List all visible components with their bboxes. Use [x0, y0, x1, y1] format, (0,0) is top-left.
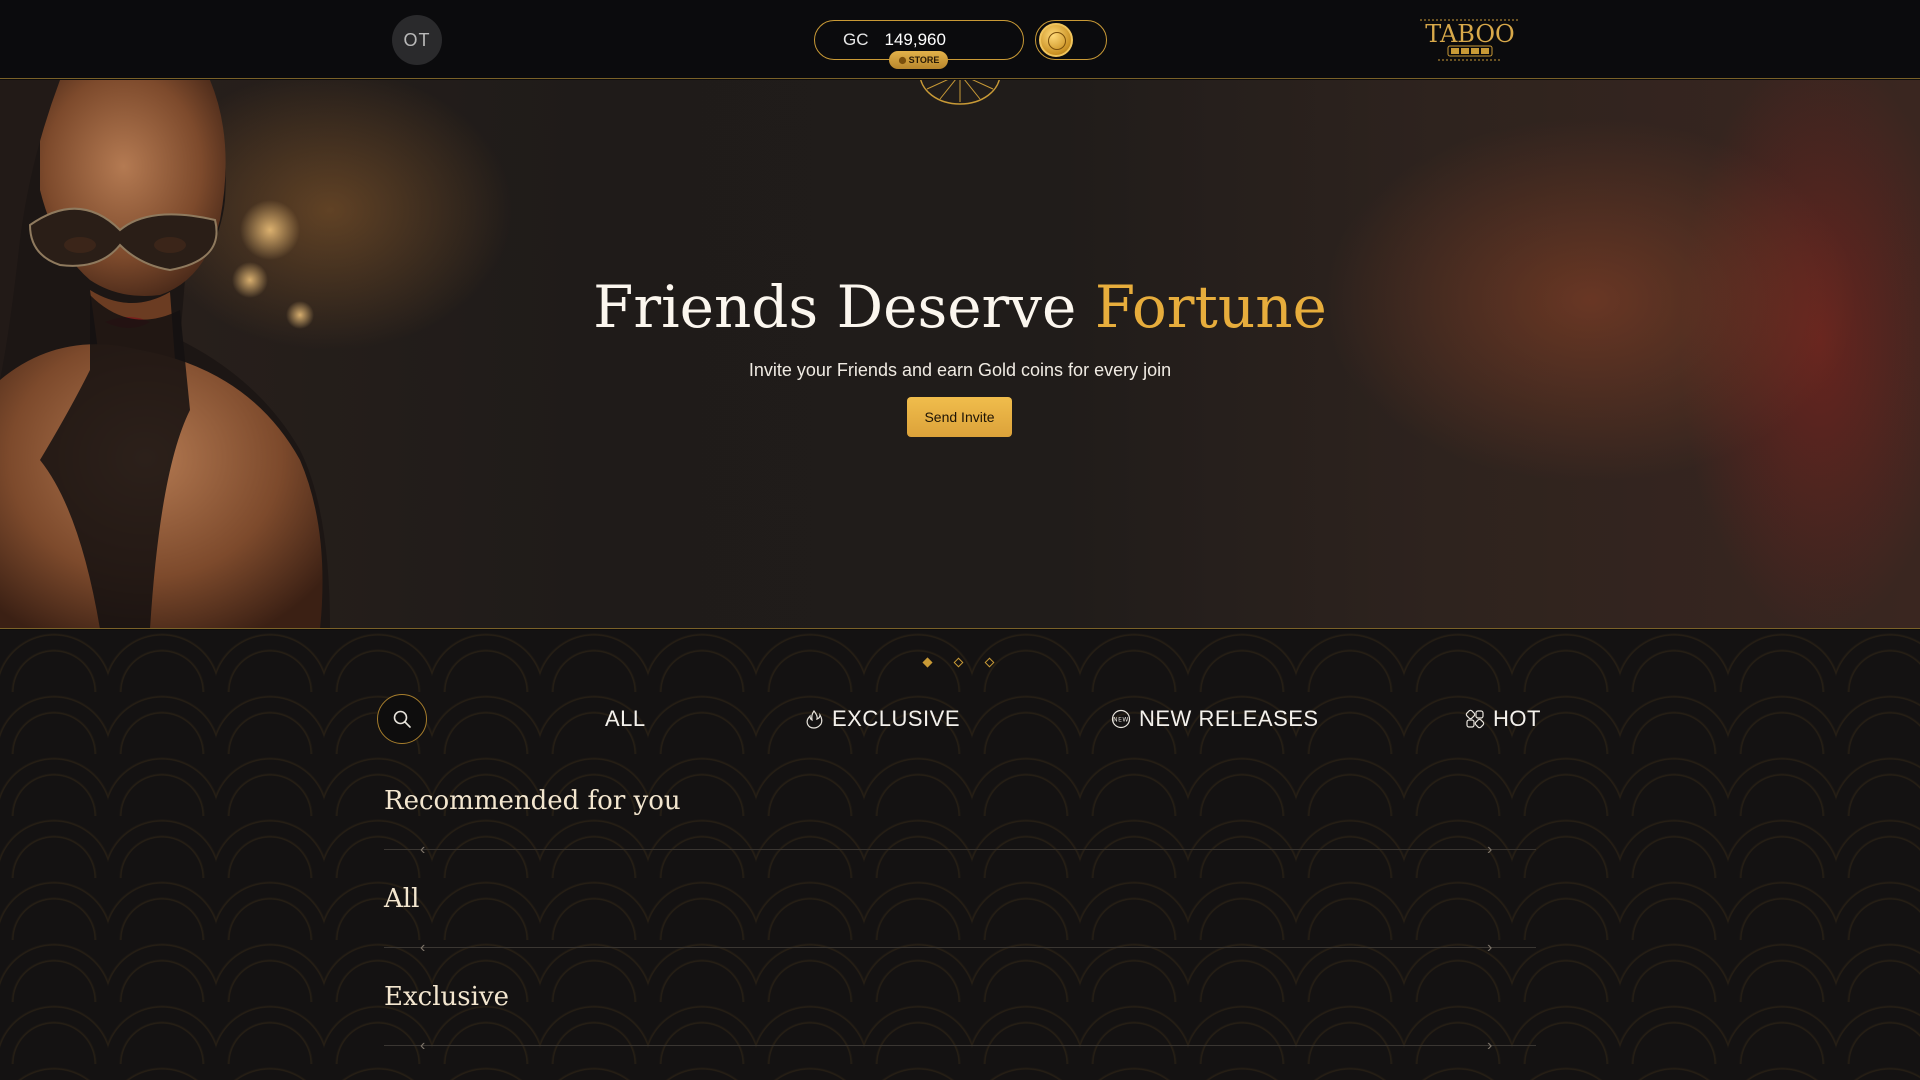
top-bar: OT GC 149,960 STORE TABOO: [0, 0, 1920, 79]
search-icon: [393, 710, 411, 728]
promo-banner[interactable]: Friends Deserve Fortune Invite your Frie…: [0, 80, 1920, 629]
promo-title-main: Friends Deserve: [593, 273, 1095, 341]
tab-hot-label: HOT: [1493, 706, 1541, 731]
carousel-dot-2[interactable]: [953, 657, 964, 668]
logo-text: TABOO: [1425, 20, 1514, 48]
section-title-all: All: [384, 884, 420, 914]
fan-ornament-icon: [920, 80, 1000, 105]
coin-small-icon: [898, 56, 906, 64]
scroll-left-icon[interactable]: ‹: [420, 1038, 434, 1054]
taboo-logo[interactable]: TABOO: [1418, 16, 1522, 62]
new-badge-icon: NEW: [1111, 709, 1131, 729]
tab-new-releases[interactable]: NEW NEW RELEASES: [1111, 704, 1319, 734]
tab-exclusive[interactable]: EXCLUSIVE: [804, 704, 960, 734]
section-title-recommended: Recommended for you: [384, 786, 681, 816]
tab-all-label: ALL: [605, 706, 646, 731]
scroll-right-icon[interactable]: ›: [1487, 1038, 1501, 1054]
currency-code: GC: [843, 30, 869, 49]
search-button[interactable]: [377, 694, 427, 744]
masked-woman-image: [0, 80, 330, 628]
flame-icon: [806, 710, 823, 729]
store-button[interactable]: STORE: [889, 51, 948, 69]
scroll-right-icon[interactable]: ›: [1487, 940, 1501, 956]
carousel-pagination: [920, 657, 1000, 669]
promo-title-accent: Fortune: [1094, 273, 1327, 341]
promo-subtitle: Invite your Friends and earn Gold coins …: [748, 360, 1172, 380]
games-area: ALL EXCLUSIVE NEW NEW RELEASES HOT Recom…: [0, 630, 1920, 1080]
scroll-left-icon[interactable]: ‹: [420, 842, 434, 858]
carousel-dot-3[interactable]: [984, 657, 995, 668]
carousel-dot-1[interactable]: [922, 657, 933, 668]
game-rail-exclusive: ‹ ›: [384, 1036, 1536, 1056]
avatar-initials: OT: [403, 29, 431, 50]
currency-toggle[interactable]: [1035, 20, 1107, 60]
scroll-left-icon[interactable]: ‹: [420, 940, 434, 956]
svg-text:NEW: NEW: [1113, 717, 1129, 724]
dice-icon: [1465, 709, 1485, 729]
balance-amount: 149,960: [884, 30, 946, 49]
tab-hot[interactable]: HOT: [1465, 704, 1541, 734]
gold-coin-icon: [1039, 23, 1073, 57]
scroll-right-icon[interactable]: ›: [1487, 842, 1501, 858]
game-rail-recommended: ‹ ›: [384, 840, 1536, 860]
section-title-exclusive: Exclusive: [384, 982, 509, 1012]
store-label: STORE: [908, 55, 940, 65]
promo-title: Friends Deserve Fortune: [0, 273, 1920, 341]
user-avatar[interactable]: OT: [392, 15, 442, 65]
tab-exclusive-label: EXCLUSIVE: [832, 706, 960, 731]
tab-all[interactable]: ALL: [605, 704, 646, 734]
game-rail-all: ‹ ›: [384, 938, 1536, 958]
send-invite-button[interactable]: Send Invite: [907, 397, 1012, 437]
tab-new-releases-label: NEW RELEASES: [1139, 706, 1319, 731]
